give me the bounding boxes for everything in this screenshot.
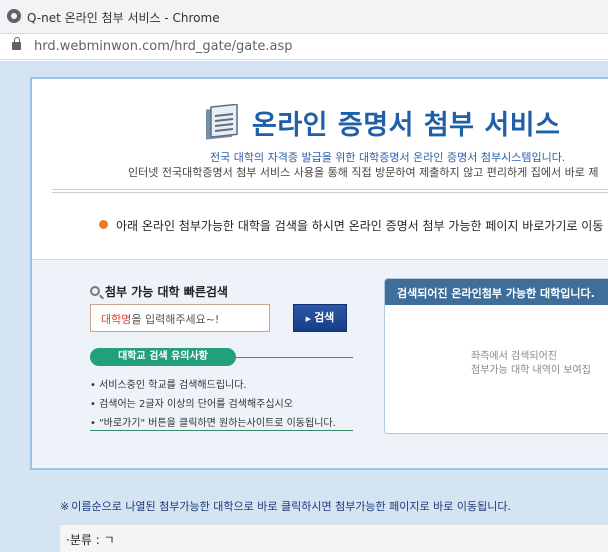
banner-subtitle: 전국 대학의 자격증 발급을 위한 대학증명서 온라인 증명서 첨부시스템입니다… <box>210 151 566 164</box>
address-bar[interactable]: hrd.webminwon.com/hrd_gate/gate.asp <box>0 34 608 60</box>
browser-titlebar: Q-net 온라인 첨부 서비스 - Chrome <box>0 0 608 34</box>
tips-bottom-line <box>90 430 353 431</box>
tip-item: 검색어는 2글자 이상의 단어를 검색해주십시오 <box>90 395 353 410</box>
note-star-icon: ※ <box>60 500 70 513</box>
bottom-note-text: 이름순으로 나열된 첨부가능한 대학으로 바로 클릭하시면 첨부가능한 페이지로… <box>71 500 511 513</box>
banner-divider <box>52 189 608 193</box>
banner: 온라인 증명서 첨부 서비스 전국 대학의 자격증 발급을 위한 대학증명서 온… <box>32 79 608 259</box>
page-background: 온라인 증명서 첨부 서비스 전국 대학의 자격증 발급을 위한 대학증명서 온… <box>0 61 608 552</box>
search-button-label: 검색 <box>314 311 335 324</box>
tip-item: "바로가기" 버튼을 클릭하면 원하는사이트로 이동됩니다. <box>90 414 353 429</box>
chrome-icon <box>7 9 21 23</box>
document-icon <box>206 104 238 140</box>
tip-item: 서비스중인 학교를 검색해드립니다. <box>90 376 353 391</box>
search-button[interactable]: ▶ 검색 <box>293 304 347 332</box>
bottom-note: ※ 이름순으로 나열된 첨부가능한 대학으로 바로 클릭하시면 첨부가능한 페이지… <box>60 498 511 514</box>
results-empty-line1: 좌측에서 검색되어진 <box>471 351 557 362</box>
results-header: 검색되어진 온라인첨부 가능한 대학입니다. <box>385 279 608 305</box>
notice-text: 아래 온라인 첨부가능한 대학을 검색을 하시면 온라인 증명서 첨부 가능한 … <box>116 219 604 233</box>
service-frame: 온라인 증명서 첨부 서비스 전국 대학의 자격증 발급을 위한 대학증명서 온… <box>30 77 608 470</box>
page-title: 온라인 증명서 첨부 서비스 <box>252 110 561 141</box>
results-empty-line2: 첨부가능 대학 내역이 보여집 <box>471 365 591 376</box>
bottom-section: ※ 이름순으로 나열된 첨부가능한 대학으로 바로 클릭하시면 첨부가능한 페이지… <box>60 483 608 552</box>
arrow-right-icon: ▶ <box>305 315 312 323</box>
url-text[interactable]: hrd.webminwon.com/hrd_gate/gate.asp <box>34 39 292 54</box>
placeholder-rest: 을 입력해주세요~! <box>131 313 220 326</box>
placeholder-highlight: 대학명 <box>101 313 132 326</box>
category-label: ·분류 : ㄱ <box>60 524 608 552</box>
window-title: Q-net 온라인 첨부 서비스 - Chrome <box>27 11 220 25</box>
search-heading: 첨부 가능 대학 빠른검색 <box>90 283 228 300</box>
search-heading-label: 첨부 가능 대학 빠른검색 <box>105 285 228 299</box>
tips-title: 대학교 검색 유의사항 <box>90 348 236 366</box>
lock-icon[interactable] <box>12 37 21 50</box>
magnifier-icon <box>90 286 100 296</box>
bullet-dot-icon <box>99 220 108 229</box>
search-input[interactable]: 대학명을 입력해주세요~! <box>90 304 270 332</box>
tips-list: 서비스중인 학교를 검색해드립니다. 검색어는 2글자 이상의 단어를 검색해주… <box>90 376 353 433</box>
results-panel: 검색되어진 온라인첨부 가능한 대학입니다. 좌측에서 검색되어진 첨부가능 대… <box>384 278 608 434</box>
search-section: 첨부 가능 대학 빠른검색 대학명을 입력해주세요~! ▶ 검색 대학교 검색 유… <box>32 259 608 468</box>
banner-description: 인터넷 전국대학증명서 첨부 서비스 사용을 통해 직접 방문하여 제출하지 않… <box>128 166 599 179</box>
